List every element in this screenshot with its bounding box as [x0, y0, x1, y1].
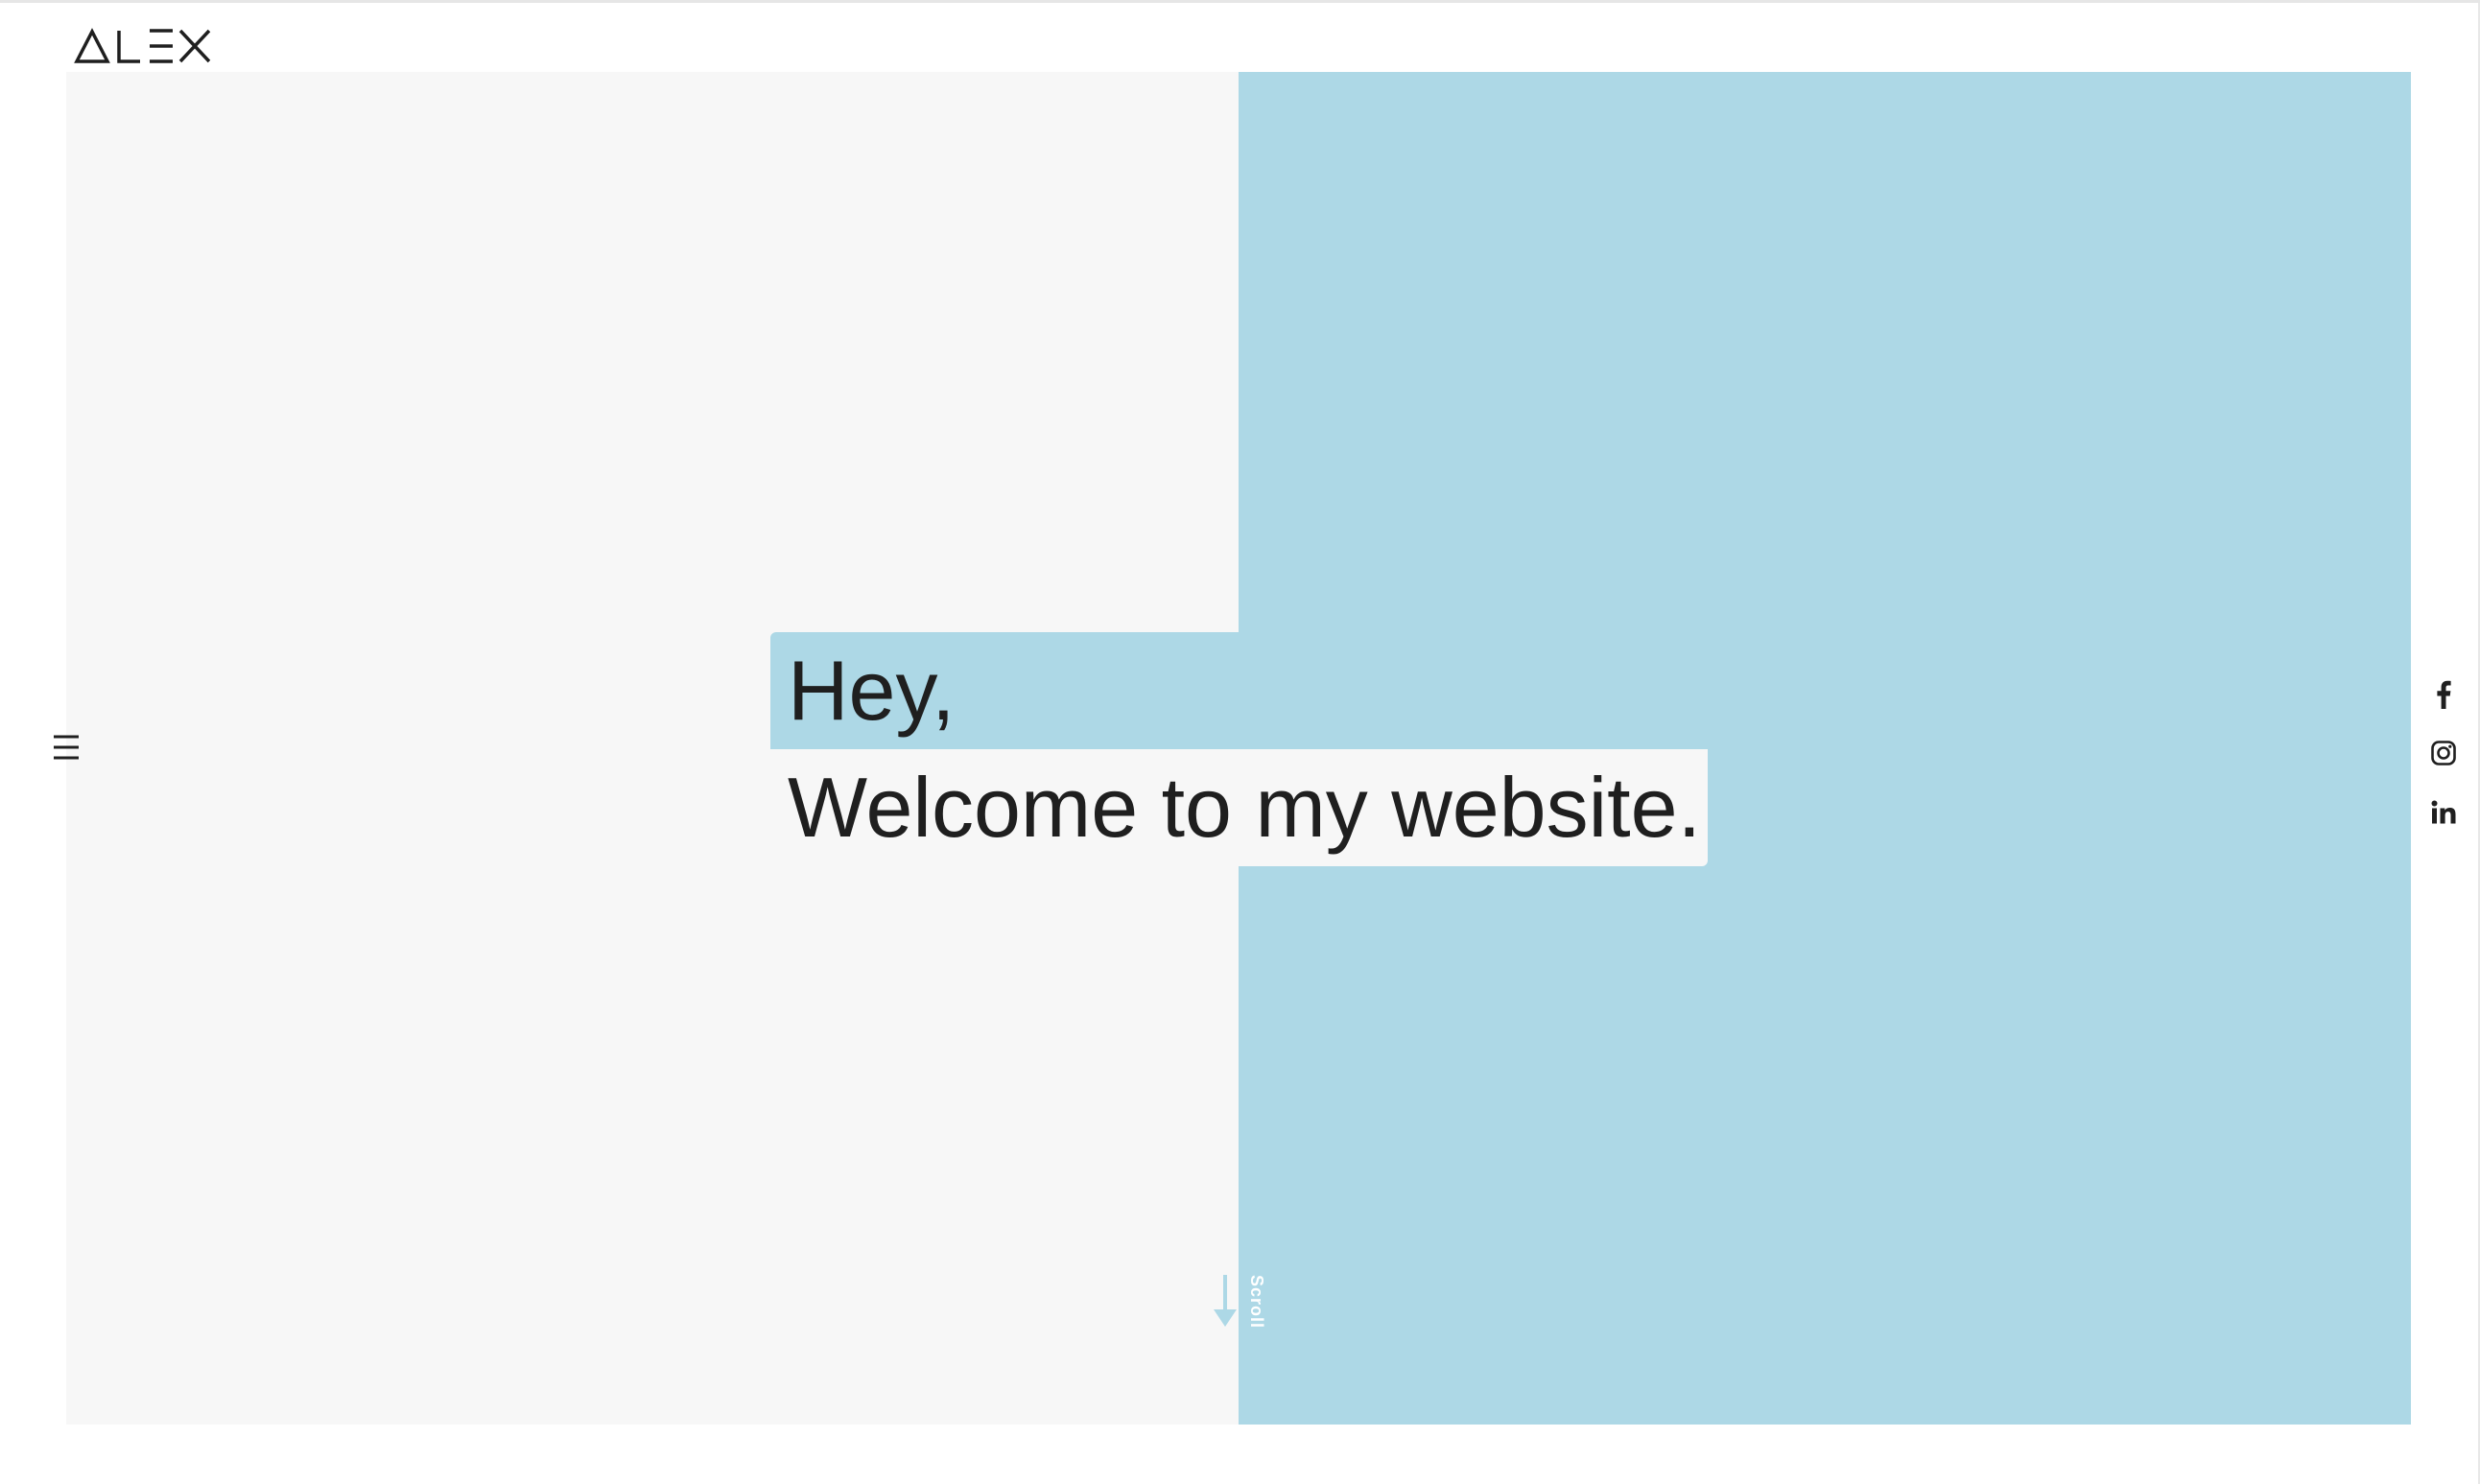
social-links	[2427, 680, 2460, 859]
instagram-link[interactable]	[2427, 740, 2460, 772]
linkedin-icon	[2431, 800, 2456, 824]
alex-logo-icon	[74, 28, 211, 63]
headline-welcome: Welcome to my website.	[770, 749, 1708, 866]
menu-toggle-button[interactable]	[48, 728, 84, 766]
site-logo[interactable]	[73, 28, 212, 64]
instagram-icon	[2431, 741, 2456, 766]
facebook-icon	[2437, 680, 2451, 709]
arrow-down-icon	[1214, 1275, 1237, 1327]
scroll-label: Scroll	[1247, 1275, 1266, 1330]
linkedin-link[interactable]	[2427, 799, 2460, 832]
page: Hey, Welcome to my website. Scroll	[0, 0, 2480, 1484]
hamburger-icon	[54, 735, 79, 760]
facebook-link[interactable]	[2427, 680, 2460, 713]
hero-headline: Hey, Welcome to my website.	[770, 632, 1708, 866]
headline-greeting: Hey,	[770, 632, 1240, 749]
